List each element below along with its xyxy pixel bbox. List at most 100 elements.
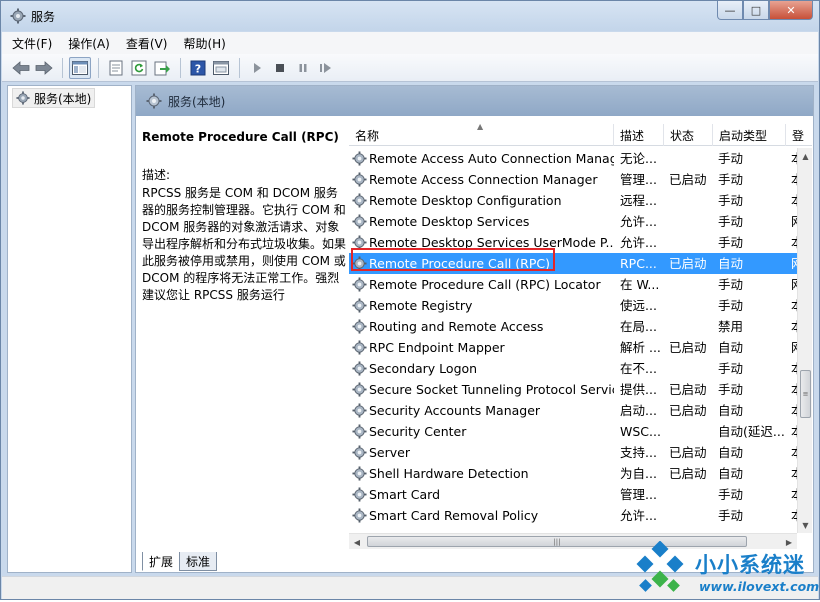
service-status: 已启动 xyxy=(669,403,707,418)
service-gear-icon xyxy=(352,340,367,355)
table-row[interactable]: RPC Endpoint Mapper 解析 ... 已启动 自动网 xyxy=(349,337,801,358)
service-description-pane: Remote Procedure Call (RPC) 描述: RPCSS 服务… xyxy=(142,130,347,304)
service-startup-type: 手动 xyxy=(718,487,744,502)
back-button[interactable] xyxy=(10,57,32,79)
export-icon xyxy=(154,61,170,75)
service-startup-type: 手动 xyxy=(718,235,744,250)
stop-service-button[interactable] xyxy=(269,57,291,79)
watermark: 小小系统迷 www.ilovext.com xyxy=(629,540,820,599)
mmc-view-button[interactable] xyxy=(210,57,232,79)
table-row[interactable]: Secondary Logon 在不... 手动本 xyxy=(349,358,801,379)
service-gear-icon xyxy=(352,445,367,460)
service-name: Remote Access Connection Manager xyxy=(369,172,598,187)
service-description: WSC... xyxy=(620,424,661,439)
vertical-scrollbar[interactable]: ▲ ≡ ▼ xyxy=(797,148,812,533)
title-bar: 服务 — □ ✕ xyxy=(1,1,819,31)
scroll-down-icon[interactable]: ▼ xyxy=(798,517,812,533)
service-startup-type: 自动 xyxy=(718,466,744,481)
help-button[interactable]: ? xyxy=(187,57,209,79)
close-button[interactable]: ✕ xyxy=(769,1,813,20)
console-tree-icon xyxy=(72,60,88,75)
watermark-logo-icon xyxy=(636,540,684,592)
table-row[interactable]: Server 支持... 已启动 自动本 xyxy=(349,442,801,463)
service-status: 已启动 xyxy=(669,340,707,355)
service-description: 远程... xyxy=(620,193,657,208)
vertical-scroll-thumb[interactable]: ≡ xyxy=(800,370,811,418)
service-name: Server xyxy=(369,445,410,460)
table-row[interactable]: Security Accounts Manager 启动... 已启动 自动本 xyxy=(349,400,801,421)
table-row[interactable]: Secure Socket Tunneling Protocol Service… xyxy=(349,379,801,400)
service-status: 已启动 xyxy=(669,445,707,460)
service-gear-icon xyxy=(352,319,367,334)
refresh-icon xyxy=(131,60,147,75)
service-status: 已启动 xyxy=(669,466,707,481)
column-header-status[interactable]: 状态 xyxy=(664,124,713,146)
forward-button[interactable] xyxy=(33,57,55,79)
svg-text:?: ? xyxy=(195,62,201,75)
table-row[interactable]: Remote Access Connection Manager 管理... 已启动… xyxy=(349,169,801,190)
service-gear-icon xyxy=(352,424,367,439)
column-more-label: 登 xyxy=(792,128,805,143)
watermark-url: www.ilovext.com xyxy=(699,579,820,594)
scroll-up-icon[interactable]: ▲ xyxy=(798,148,812,164)
service-name: Secondary Logon xyxy=(369,361,478,376)
service-status xyxy=(669,484,715,505)
table-row[interactable]: Remote Procedure Call (RPC) Locator 在 W..… xyxy=(349,274,801,295)
menu-action[interactable]: 操作(A) xyxy=(68,35,110,52)
table-row[interactable]: Shell Hardware Detection 为自... 已启动 自动本 xyxy=(349,463,801,484)
menu-view[interactable]: 查看(V) xyxy=(126,35,168,52)
view-tabs: 扩展 标准 xyxy=(142,552,218,572)
service-startup-type: 自动 xyxy=(718,403,744,418)
service-status xyxy=(669,190,715,211)
tree-item-label: 服务(本地) xyxy=(34,91,92,106)
pause-service-button[interactable] xyxy=(292,57,314,79)
table-row[interactable]: Smart Card 管理... 手动本 xyxy=(349,484,801,505)
console-tree: 服务(本地) xyxy=(7,85,132,573)
table-row[interactable]: Remote Desktop Services 允许... 手动网 xyxy=(349,211,801,232)
service-startup-type: 手动 xyxy=(718,214,744,229)
service-gear-icon xyxy=(352,151,367,166)
properties-button[interactable] xyxy=(105,57,127,79)
column-header-name[interactable]: 名称 ▲ xyxy=(349,124,614,146)
column-header-startup-type[interactable]: 启动类型 xyxy=(713,124,786,146)
table-row[interactable]: Smart Card Removal Policy 允许... 手动本 xyxy=(349,505,801,526)
show-tree-button[interactable] xyxy=(69,56,91,79)
menu-help[interactable]: 帮助(H) xyxy=(183,35,225,52)
export-list-button[interactable] xyxy=(151,57,173,79)
service-name: Routing and Remote Access xyxy=(369,319,544,334)
table-row[interactable]: Remote Desktop Configuration 远程... 手动本 xyxy=(349,190,801,211)
table-row[interactable]: Security Center WSC... 自动(延迟... 本 xyxy=(349,421,801,442)
start-service-button[interactable] xyxy=(246,57,268,79)
restart-service-button[interactable] xyxy=(315,57,337,79)
table-row[interactable]: Remote Access Auto Connection Manag... 无论… xyxy=(349,148,801,169)
maximize-button[interactable]: □ xyxy=(743,1,769,20)
table-row[interactable]: Remote Registry 使远... 手动本 xyxy=(349,295,801,316)
service-name: Security Center xyxy=(369,424,467,439)
service-status: 已启动 xyxy=(669,256,707,271)
panel-title: 服务(本地) xyxy=(168,94,226,109)
service-status xyxy=(669,505,715,526)
arrow-left-icon xyxy=(12,60,30,75)
refresh-button[interactable] xyxy=(128,57,150,79)
service-gear-icon xyxy=(352,256,367,271)
tab-standard[interactable]: 标准 xyxy=(179,552,218,571)
service-status xyxy=(669,421,715,442)
service-startup-type: 手动 xyxy=(718,151,744,166)
service-name: Secure Socket Tunneling Protocol Service xyxy=(369,382,614,397)
service-name: Smart Card xyxy=(369,487,441,502)
menu-file[interactable]: 文件(F) xyxy=(12,35,52,52)
service-startup-type: 手动 xyxy=(718,361,744,376)
service-status xyxy=(669,211,715,232)
minimize-button[interactable]: — xyxy=(717,1,743,20)
tab-extended[interactable]: 扩展 xyxy=(142,552,181,571)
service-startup-type: 手动 xyxy=(718,508,744,523)
service-name: RPC Endpoint Mapper xyxy=(369,340,505,355)
service-description: 启动... xyxy=(620,403,657,418)
column-header-logon[interactable]: 登 xyxy=(786,124,812,146)
column-header-description[interactable]: 描述 xyxy=(614,124,664,146)
scroll-left-icon[interactable]: ◀ xyxy=(349,534,365,549)
table-row[interactable]: Remote Desktop Services UserMode P... 允许.… xyxy=(349,232,801,253)
table-row[interactable]: Routing and Remote Access 在局... 禁用本 xyxy=(349,316,801,337)
table-row[interactable]: Remote Procedure Call (RPC) RPC... 已启动 自动网 xyxy=(349,253,801,274)
tree-item-services-local[interactable]: 服务(本地) xyxy=(12,88,96,108)
